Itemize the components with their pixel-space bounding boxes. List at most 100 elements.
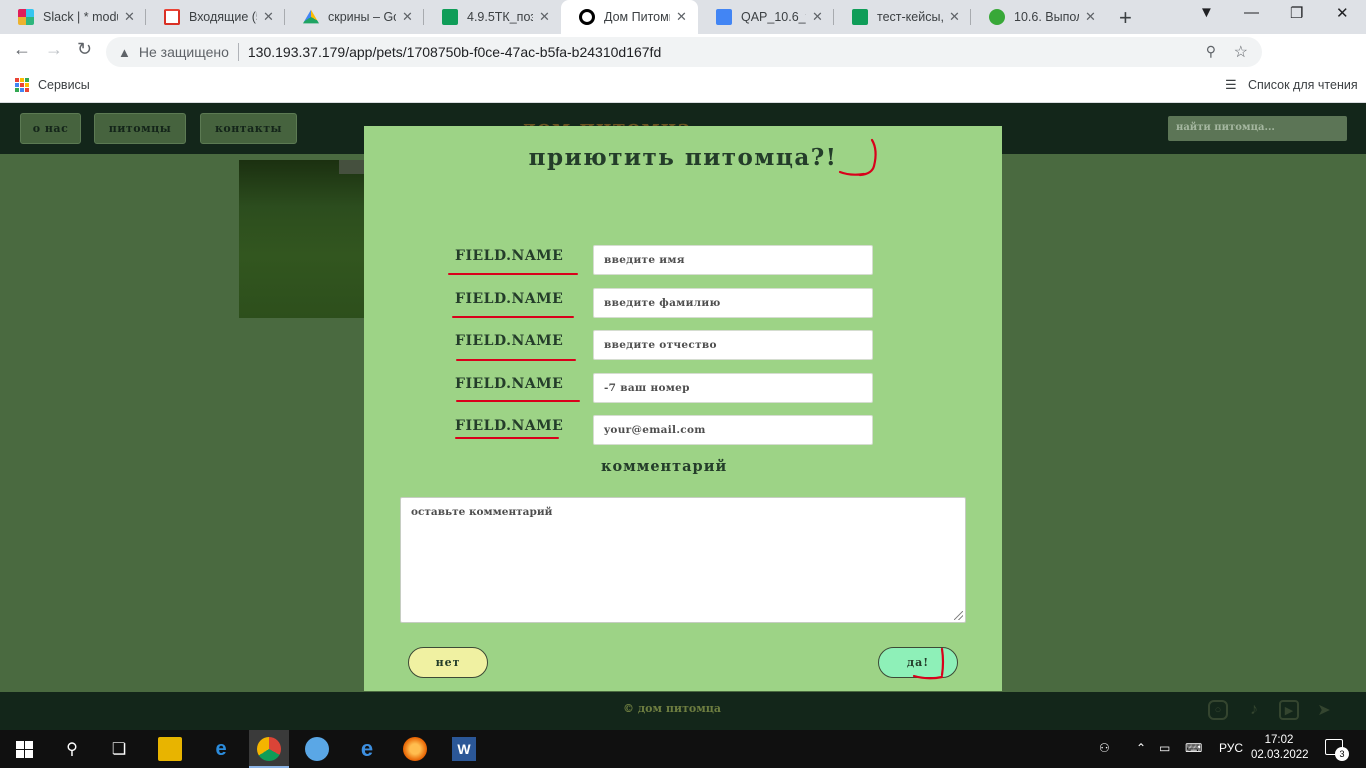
- apps-bookmark[interactable]: Сервисы: [38, 78, 90, 92]
- tab-slack[interactable]: Slack | * modu ✕: [0, 0, 146, 34]
- clock[interactable]: 17:02 02.03.2022: [1251, 733, 1309, 763]
- adopt-modal: приютить питомца?! FIELD.NAME введите им…: [364, 126, 1002, 691]
- field-label: FIELD.NAME: [455, 291, 564, 307]
- tab-dom-pitomca[interactable]: Дом Питомц ✕: [561, 0, 698, 34]
- back-icon[interactable]: ←: [13, 39, 31, 60]
- close-icon[interactable]: ✕: [949, 9, 963, 25]
- tab-sheets-1[interactable]: 4.9.5ТК_позит ✕: [424, 0, 561, 34]
- google-sheets-icon: [852, 9, 868, 25]
- form-row-patronymic: FIELD.NAME введите отчество: [364, 330, 1002, 360]
- people-icon[interactable]: ⚇: [1099, 741, 1110, 755]
- tiktok-icon[interactable]: ♪: [1244, 700, 1264, 720]
- first-name-input[interactable]: введите имя: [593, 245, 873, 275]
- reload-icon[interactable]: ↻: [77, 39, 92, 60]
- zoom-icon[interactable]: ⚲: [1206, 43, 1216, 60]
- windows-start-icon[interactable]: [12, 737, 36, 761]
- google-docs-icon: [716, 9, 732, 25]
- close-window-icon[interactable]: ✕: [1336, 4, 1349, 22]
- close-icon[interactable]: ✕: [1085, 9, 1099, 25]
- tab-search-icon[interactable]: ▼: [1199, 4, 1214, 21]
- reading-list-icon[interactable]: ☰: [1225, 77, 1237, 93]
- tab-gmail[interactable]: Входящие (51 ✕: [146, 0, 285, 34]
- comment-textarea[interactable]: оставьте комментарий: [400, 497, 966, 623]
- site-search-input[interactable]: найти питомца...: [1168, 116, 1347, 141]
- resize-handle[interactable]: [954, 611, 963, 620]
- notification-count-badge: 3: [1335, 747, 1349, 761]
- close-icon[interactable]: ✕: [263, 9, 277, 25]
- firefox-icon[interactable]: [403, 737, 427, 761]
- word-icon[interactable]: W: [452, 737, 476, 761]
- minimize-icon[interactable]: —: [1244, 4, 1259, 21]
- reading-list-button[interactable]: Список для чтения: [1248, 78, 1358, 92]
- insecure-label[interactable]: Не защищено: [139, 44, 229, 60]
- dog-icon: [579, 9, 595, 25]
- keyboard-icon[interactable]: ⌨: [1185, 741, 1202, 755]
- messenger-icon[interactable]: [305, 737, 329, 761]
- browser-tab-strip: Slack | * modu ✕ Входящие (51 ✕ скрины –…: [0, 0, 1366, 34]
- chrome-icon[interactable]: [257, 737, 281, 761]
- telegram-icon[interactable]: ➤: [1314, 700, 1334, 720]
- youtube-icon[interactable]: ▶: [1279, 700, 1299, 720]
- browser-toolbar: ← → ↻ ▲ Не защищено 130.193.37.179/app/p…: [0, 34, 1366, 97]
- nav-pets[interactable]: питомцы: [94, 113, 186, 144]
- last-name-input[interactable]: введите фамилию: [593, 288, 873, 318]
- google-drive-icon: [303, 9, 319, 24]
- divider: [237, 43, 239, 61]
- close-icon[interactable]: ✕: [402, 9, 416, 25]
- close-icon[interactable]: ✕: [124, 9, 138, 25]
- clock-time: 17:02: [1264, 734, 1294, 746]
- bookmark-star-icon[interactable]: ☆: [1234, 42, 1248, 62]
- email-input[interactable]: your@email.com: [593, 415, 873, 445]
- red-underline-annotation: [456, 359, 576, 361]
- red-underline-annotation: [455, 437, 559, 439]
- forward-icon[interactable]: →: [45, 39, 63, 60]
- show-hidden-icons[interactable]: ⌃: [1136, 741, 1146, 755]
- warning-icon[interactable]: ▲: [118, 45, 131, 60]
- nav-about[interactable]: о нас: [20, 113, 81, 144]
- close-icon[interactable]: ✕: [676, 9, 690, 25]
- network-icon[interactable]: ▭: [1159, 741, 1170, 755]
- apps-grid-icon[interactable]: [15, 78, 29, 92]
- red-annotation-mark: [838, 138, 877, 177]
- red-annotation-mark: [912, 647, 945, 680]
- red-underline-annotation: [452, 316, 574, 318]
- close-icon[interactable]: ✕: [539, 9, 553, 25]
- form-row-first-name: FIELD.NAME введите имя: [364, 245, 1002, 275]
- form-row-last-name: FIELD.NAME введите фамилию: [364, 288, 1002, 318]
- restore-icon[interactable]: ❐: [1290, 4, 1303, 22]
- new-tab-button[interactable]: +: [1119, 5, 1132, 31]
- tab-sheets-2[interactable]: тест-кейсы, ч ✕: [834, 0, 971, 34]
- modal-title: приютить питомца?!: [528, 144, 838, 171]
- form-row-phone: FIELD.NAME -7 ваш номер: [364, 373, 1002, 403]
- search-icon[interactable]: ⚲: [60, 737, 84, 761]
- internet-explorer-icon[interactable]: e: [355, 736, 379, 761]
- comment-placeholder: оставьте комментарий: [411, 506, 553, 518]
- edge-icon[interactable]: e: [209, 737, 233, 761]
- footer-copyright: © дом питомца: [623, 702, 722, 715]
- tab-google-drive[interactable]: скрины – Goo ✕: [285, 0, 424, 34]
- file-explorer-icon[interactable]: [158, 737, 182, 761]
- page-content: о нас питомцы контакты дом питомца найти…: [0, 103, 1366, 730]
- photo-detail: [339, 160, 365, 174]
- tab-skillfactory[interactable]: 10.6. Выполн ✕: [971, 0, 1107, 34]
- nav-contacts[interactable]: контакты: [200, 113, 297, 144]
- bookmarks-bar: Сервисы ☰ Список для чтения: [0, 70, 1366, 103]
- language-indicator[interactable]: РУС: [1219, 741, 1243, 755]
- patronymic-input[interactable]: введите отчество: [593, 330, 873, 360]
- instagram-icon[interactable]: ○: [1208, 700, 1228, 720]
- skillfactory-icon: [989, 9, 1005, 25]
- url-text[interactable]: 130.193.37.179/app/pets/1708750b-f0ce-47…: [248, 44, 661, 60]
- google-sheets-icon: [442, 9, 458, 25]
- gmail-icon: [164, 9, 180, 25]
- address-bar[interactable]: ▲ Не защищено 130.193.37.179/app/pets/17…: [106, 37, 1262, 67]
- tab-google-docs[interactable]: QAP_10.6_тре ✕: [698, 0, 834, 34]
- field-label: FIELD.NAME: [455, 333, 564, 349]
- phone-input[interactable]: -7 ваш номер: [593, 373, 873, 403]
- close-icon[interactable]: ✕: [812, 9, 826, 25]
- task-view-icon[interactable]: ❏: [107, 737, 131, 761]
- slack-icon: [18, 9, 34, 25]
- form-row-email: FIELD.NAME your@email.com: [364, 415, 1002, 445]
- no-button[interactable]: нет: [408, 647, 488, 678]
- windows-taskbar: ⚲ ❏ e e W ⚇ ⌃ ▭ ⌨ РУС 17:02 02.03.2022 3: [0, 730, 1366, 768]
- clock-date: 02.03.2022: [1251, 749, 1309, 761]
